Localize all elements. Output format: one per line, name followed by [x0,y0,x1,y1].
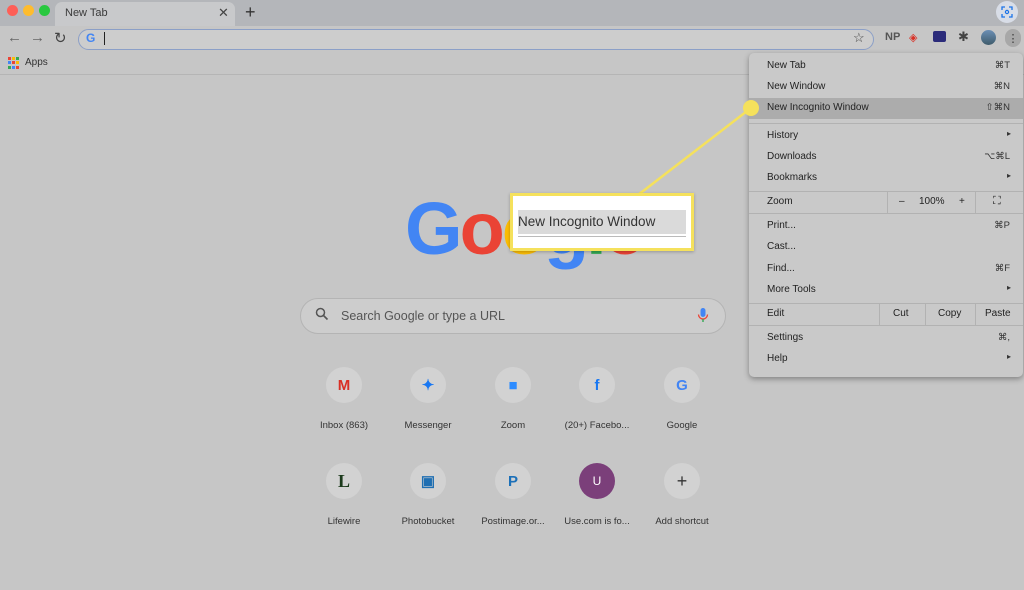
callout-connector-line [637,107,752,196]
callout-label: New Incognito Window [518,214,656,229]
callout-dot [743,100,759,116]
callout-divider [518,236,686,237]
callout-box: New Incognito Window [510,193,694,251]
